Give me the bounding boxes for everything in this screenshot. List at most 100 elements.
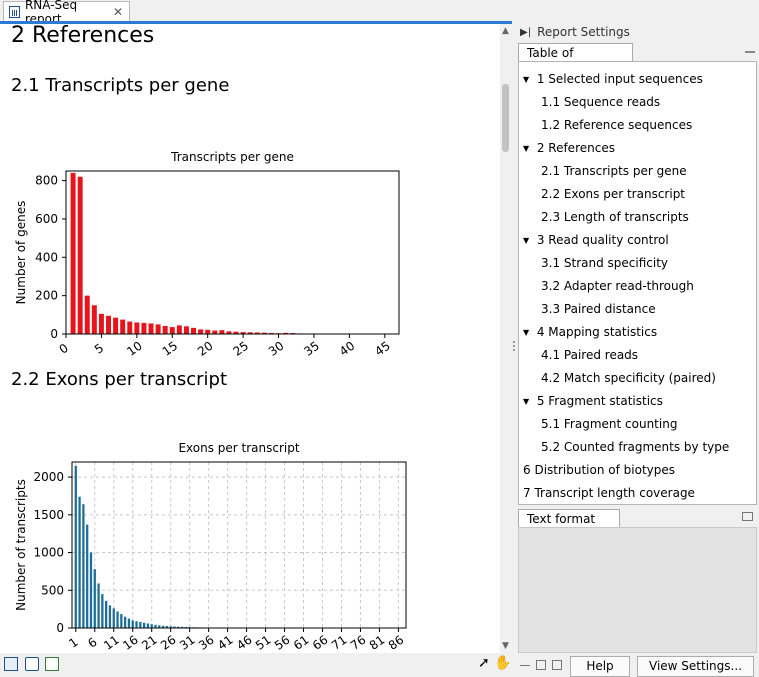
side-panel: ▶| Report Settings Table of Contents ▼ 1… (516, 21, 759, 677)
x-tick-label: 41 (215, 633, 236, 653)
restore-icon[interactable] (536, 660, 546, 670)
toc-item-label: 7 Transcript length coverage (523, 486, 695, 500)
bar (212, 330, 218, 334)
bar (97, 583, 100, 628)
expand-arrow-icon[interactable]: ▼ (523, 397, 533, 406)
toc-item-label: 4.1 Paired reads (541, 348, 639, 362)
toc-item-label: 1.2 Reference sequences (541, 118, 693, 132)
overview-icon[interactable] (25, 657, 39, 671)
toc-item-label: 5.2 Counted fragments by type (541, 440, 730, 454)
x-tick-label: 36 (196, 633, 217, 653)
bar (120, 319, 126, 334)
toc-item[interactable]: 3.2 Adapter read-through (541, 279, 694, 293)
bar (74, 465, 77, 628)
toc-item[interactable]: 3.1 Strand specificity (541, 256, 668, 270)
expand-arrow-icon[interactable]: ▼ (523, 328, 533, 337)
toc-item[interactable]: ▼ 2 References (523, 141, 615, 155)
report-icon (9, 5, 20, 18)
toc-item[interactable]: 5.1 Fragment counting (541, 417, 677, 431)
close-icon[interactable]: ✕ (113, 5, 123, 19)
x-tick-label: 15 (160, 339, 181, 359)
toc-item[interactable]: 4.2 Match specificity (paired) (541, 371, 716, 385)
y-tick-label: 600 (35, 212, 58, 226)
toc-item-label: 2 References (536, 141, 615, 155)
plot-frame (65, 170, 400, 335)
bar (141, 322, 147, 334)
toc-item-label: 5.1 Fragment counting (541, 417, 678, 431)
x-tick-label: 0 (57, 341, 71, 357)
toc-item[interactable]: ▼ 5 Fragment statistics (523, 394, 663, 408)
scrollbar-thumb[interactable] (502, 84, 509, 152)
x-tick-label: 35 (301, 339, 322, 359)
tab-strip: RNA-Seq report ✕ (0, 0, 759, 26)
x-tick-label: 25 (231, 339, 252, 359)
expand-arrow-icon[interactable]: ▼ (523, 75, 533, 84)
minimize-icon[interactable] (745, 51, 755, 53)
toc-item[interactable]: 2.3 Length of transcripts (541, 210, 689, 224)
transcripts-per-gene-chart: Transcripts per gene 0 200 400 600 800 0 5 10 15 2… (14, 150, 400, 359)
x-tick-label: 81 (367, 633, 388, 653)
bar (70, 172, 76, 334)
report-scrollbar[interactable]: ▲ ▼ (500, 24, 512, 653)
scroll-down-icon[interactable]: ▼ (502, 641, 509, 651)
x-tick-label: 51 (253, 633, 274, 653)
y-axis-label: Number of transcripts (14, 479, 28, 611)
tab-table-of-contents[interactable]: Table of Contents (518, 43, 633, 74)
x-tick-label: 16 (120, 633, 141, 653)
toc-item[interactable]: 7 Transcript length coverage (523, 486, 695, 500)
x-tick-label: 6 (85, 635, 99, 651)
x-tick-label: 71 (329, 633, 350, 653)
checklist-icon[interactable] (45, 657, 59, 671)
collapse-panel-icon[interactable]: ▶| (520, 27, 531, 38)
toc-item[interactable]: 5.2 Counted fragments by type (541, 440, 729, 454)
bar (108, 605, 112, 628)
bar (123, 616, 127, 628)
expand-arrow-icon[interactable]: ▼ (523, 236, 533, 245)
view-settings-button[interactable]: View Settings... (637, 656, 754, 677)
bar (105, 600, 108, 628)
x-tick-label: 5 (92, 341, 106, 357)
toc-item-label: 2.2 Exons per transcript (541, 187, 686, 201)
toc-item[interactable]: 1.2 Reference sequences (541, 118, 692, 132)
expand-arrow-icon[interactable]: ▼ (523, 144, 533, 153)
toc-item[interactable]: 2.1 Transcripts per gene (541, 164, 687, 178)
toc-item[interactable]: 4.1 Paired reads (541, 348, 638, 362)
tab-text-format[interactable]: Text format (518, 509, 620, 528)
x-tick-label: 76 (348, 633, 369, 653)
y-tick-label: 200 (35, 289, 58, 303)
scroll-up-icon[interactable]: ▲ (502, 26, 509, 36)
toc-item-label: 3.2 Adapter read-through (541, 279, 694, 293)
hand-tool-icon[interactable]: ✋ (494, 655, 511, 671)
x-tick-label: 40 (337, 339, 358, 359)
tab-rna-seq-report[interactable]: RNA-Seq report ✕ (3, 0, 130, 26)
toc-item[interactable]: 6 Distribution of biotypes (523, 463, 675, 477)
bar (134, 322, 140, 334)
toc-item-label: 1 Selected input sequences (536, 72, 703, 86)
toc-item[interactable]: ▼ 3 Read quality control (523, 233, 669, 247)
y-tick-label: 800 (35, 174, 58, 188)
bar (139, 621, 142, 628)
toc-item[interactable]: 1.1 Sequence reads (541, 95, 660, 109)
toc-item[interactable]: 3.3 Paired distance (541, 302, 656, 316)
bar (127, 321, 133, 334)
x-tick-label: 10 (124, 339, 145, 359)
maximize-icon[interactable] (552, 660, 562, 670)
report-pane: 2 References 2.1 Transcripts per gene Tr… (0, 21, 512, 653)
pointer-tool-icon[interactable]: ➚ (478, 655, 492, 671)
toc-item-label: 3.1 Strand specificity (541, 256, 669, 270)
subsection-heading-exons: 2.2 Exons per transcript (11, 369, 228, 390)
toc-item[interactable]: ▼ 4 Mapping statistics (523, 325, 657, 339)
bar (162, 325, 168, 334)
view-toolbar: ➚ ✋ (0, 653, 512, 677)
toc-item[interactable]: ▼ 1 Selected input sequences (523, 72, 703, 86)
x-tick-label: 26 (158, 633, 179, 653)
report-settings-header[interactable]: ▶| Report Settings (520, 23, 630, 41)
folder-icon[interactable] (742, 512, 753, 521)
x-tick-label: 56 (272, 633, 293, 653)
report-view-icon[interactable] (4, 657, 18, 671)
report-settings-label: Report Settings (537, 25, 630, 39)
minimize-icon[interactable] (520, 665, 530, 666)
toc-item[interactable]: 2.2 Exons per transcript (541, 187, 685, 201)
bar (146, 623, 150, 628)
help-button[interactable]: Help (570, 656, 630, 677)
